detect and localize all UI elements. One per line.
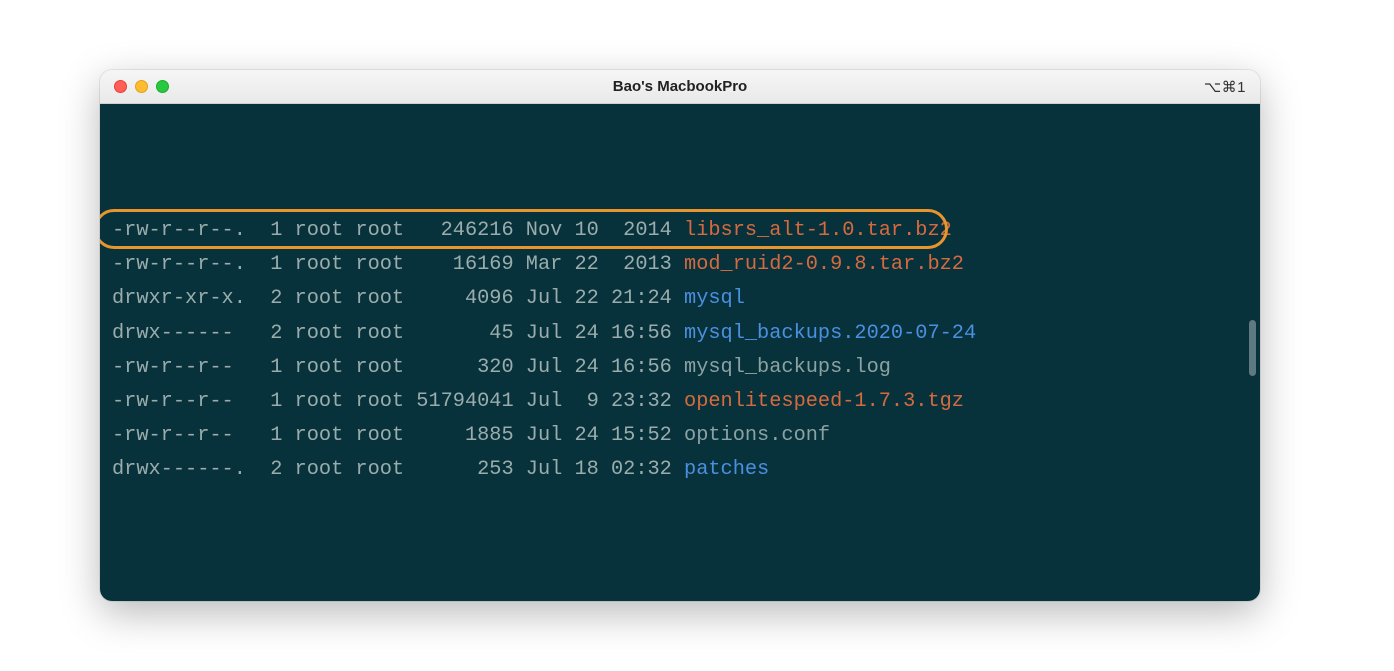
ls-row: drwx------ 2 root root 45 Jul 24 16:56 m…: [112, 317, 1248, 351]
file-name: patches: [684, 458, 769, 481]
file-name: mysql_backups.log: [684, 356, 891, 379]
file-name: libsrs_alt-1.0.tar.bz2: [684, 219, 952, 242]
ls-row: -rw-r--r--. 1 root root 16169 Mar 22 201…: [112, 248, 1248, 282]
file-name: mysql_backups.2020-07-24: [684, 322, 976, 345]
titlebar: Bao's MacbookPro ⌥⌘1: [100, 70, 1260, 104]
ls-row: -rw-r--r-- 1 root root 51794041 Jul 9 23…: [112, 385, 1248, 419]
window-title: Bao's MacbookPro: [100, 78, 1260, 95]
ls-row: -rw-r--r--. 1 root root 246216 Nov 10 20…: [112, 214, 1248, 248]
ls-row: -rw-r--r-- 1 root root 320 Jul 24 16:56 …: [112, 351, 1248, 385]
minimize-icon[interactable]: [135, 80, 148, 93]
file-name: mysql: [684, 287, 745, 310]
ls-row: drwxr-xr-x. 2 root root 4096 Jul 22 21:2…: [112, 282, 1248, 316]
zoom-icon[interactable]: [156, 80, 169, 93]
file-name: options.conf: [684, 424, 830, 447]
window-shortcut: ⌥⌘1: [1204, 78, 1246, 96]
terminal-window: Bao's MacbookPro ⌥⌘1 -rw-r--r--. 1 root …: [100, 70, 1260, 601]
terminal-output[interactable]: -rw-r--r--. 1 root root 246216 Nov 10 20…: [100, 104, 1260, 601]
scrollbar[interactable]: [1249, 320, 1257, 376]
ls-row: -rw-r--r-- 1 root root 1885 Jul 24 15:52…: [112, 419, 1248, 453]
close-icon[interactable]: [114, 80, 127, 93]
file-name: mod_ruid2-0.9.8.tar.bz2: [684, 253, 964, 276]
ls-row: drwx------. 2 root root 253 Jul 18 02:32…: [112, 453, 1248, 487]
traffic-lights: [114, 80, 169, 93]
file-name: openlitespeed-1.7.3.tgz: [684, 390, 964, 413]
